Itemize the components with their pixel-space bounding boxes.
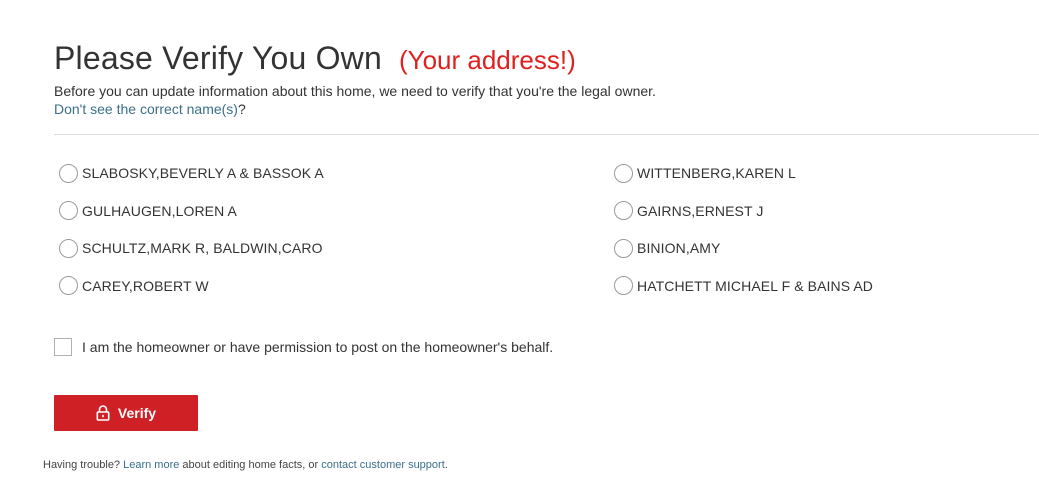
- owner-label: SLABOSKY,BEVERLY A & BASSOK A: [82, 165, 324, 181]
- owner-option[interactable]: SLABOSKY,BEVERLY A & BASSOK A: [59, 160, 614, 186]
- verify-ownership-page: Please Verify You Own (Your address!) Be…: [0, 0, 1039, 486]
- radio-button[interactable]: [614, 276, 633, 295]
- owner-options: SLABOSKY,BEVERLY A & BASSOK A WITTENBERG…: [59, 160, 999, 310]
- owner-label: SCHULTZ,MARK R, BALDWIN,CARO: [82, 240, 323, 256]
- learn-more-link[interactable]: Learn more: [123, 459, 179, 471]
- consent-checkbox[interactable]: [54, 338, 72, 356]
- owner-label: GAIRNS,ERNEST J: [637, 202, 764, 219]
- owner-option[interactable]: GAIRNS,ERNEST J: [614, 198, 999, 224]
- footer-prefix: Having trouble?: [43, 459, 124, 471]
- radio-button[interactable]: [614, 201, 633, 220]
- page-title: Please Verify You Own: [54, 40, 382, 76]
- owner-option[interactable]: WITTENBERG,KAREN L: [614, 160, 999, 186]
- homeowner-consent[interactable]: I am the homeowner or have permission to…: [54, 338, 553, 356]
- help-footer: Having trouble? Learn more about editing…: [43, 459, 448, 471]
- owner-option[interactable]: BINION,AMY: [614, 235, 999, 261]
- owner-option[interactable]: CAREY,ROBERT W: [59, 273, 614, 299]
- footer-suffix: .: [444, 459, 448, 471]
- verify-button[interactable]: Verify: [54, 395, 198, 431]
- title-row: Please Verify You Own (Your address!): [54, 40, 1034, 80]
- verify-button-label: Verify: [117, 405, 157, 421]
- radio-button[interactable]: [59, 238, 78, 258]
- names-link-suffix: ?: [237, 101, 246, 117]
- lock-icon: [96, 405, 110, 421]
- radio-button[interactable]: [614, 238, 633, 258]
- owner-label: GULHAUGEN,LOREN A: [82, 202, 237, 219]
- incorrect-names-link[interactable]: Don't see the correct name(s): [54, 101, 238, 117]
- address-note: (Your address!): [398, 45, 576, 75]
- owner-label: BINION,AMY: [637, 240, 721, 256]
- owner-option[interactable]: SCHULTZ,MARK R, BALDWIN,CARO: [59, 235, 614, 261]
- header: Please Verify You Own (Your address!) Be…: [54, 40, 1034, 118]
- radio-button[interactable]: [59, 201, 78, 220]
- radio-button[interactable]: [59, 276, 78, 295]
- owner-option[interactable]: GULHAUGEN,LOREN A: [59, 198, 614, 224]
- radio-button[interactable]: [614, 163, 633, 183]
- owner-label: WITTENBERG,KAREN L: [637, 165, 796, 181]
- owner-label: CAREY,ROBERT W: [82, 277, 209, 294]
- header-divider: [54, 134, 1039, 135]
- owner-label: HATCHETT MICHAEL F & BAINS AD: [637, 277, 874, 294]
- consent-label: I am the homeowner or have permission to…: [82, 339, 554, 355]
- names-link-row: Don't see the correct name(s)?: [54, 100, 1034, 118]
- owner-option[interactable]: HATCHETT MICHAEL F & BAINS AD: [614, 273, 999, 299]
- radio-button[interactable]: [59, 163, 78, 183]
- contact-support-link[interactable]: contact customer support: [321, 459, 445, 471]
- page-subtitle: Before you can update information about …: [54, 83, 656, 99]
- footer-middle: about editing home facts, or: [179, 459, 322, 471]
